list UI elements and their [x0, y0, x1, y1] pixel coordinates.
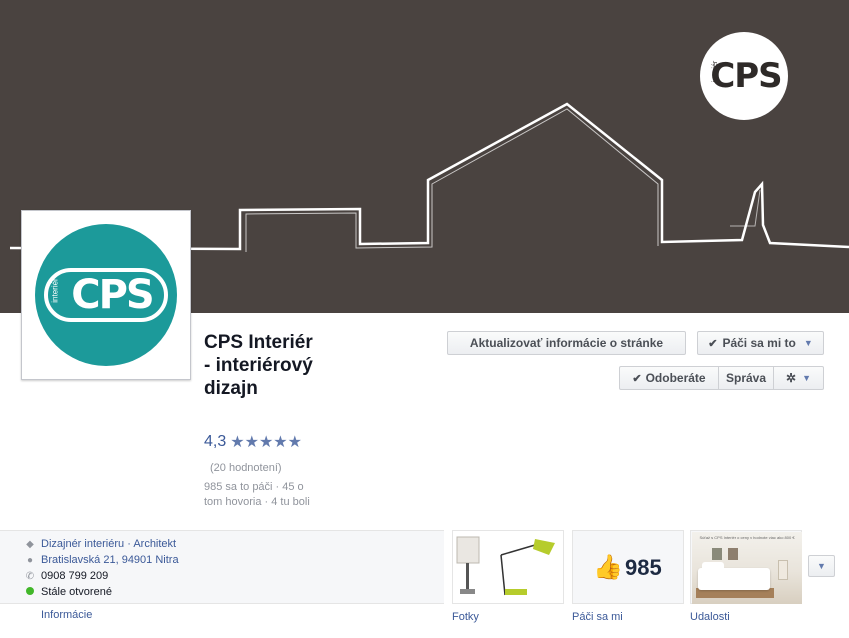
- update-page-info-button[interactable]: Aktualizovať informácie o stránke: [447, 331, 686, 355]
- chevron-down-icon: ▼: [803, 338, 813, 348]
- profile-logo-circle: interiér CPS: [35, 224, 177, 366]
- about-hours-text: Stále otvorené: [41, 586, 112, 598]
- like-button-label: Páči sa mi to: [722, 336, 796, 350]
- follow-button-label: Odoberáte: [645, 371, 706, 385]
- events-thumbnail-pillow: [702, 562, 724, 572]
- more-tiles-button[interactable]: ▼: [808, 555, 835, 577]
- about-box: ◆ Dizajnér interiéru · Architekt ● Brati…: [0, 530, 444, 604]
- likes-tile-count: 985: [625, 555, 662, 580]
- rating-count[interactable]: (20 hodnotení): [210, 462, 282, 474]
- location-pin-icon: ●: [26, 554, 34, 566]
- events-thumbnail: Súťaž s CPS Interiér o ceny v hodnote vi…: [692, 532, 802, 604]
- likes-tile-label[interactable]: Páči sa mi: [572, 611, 623, 623]
- gear-icon: ✲: [786, 371, 797, 385]
- photos-tile-label[interactable]: Fotky: [452, 611, 479, 623]
- about-address-text: Bratislavská 21, 94901 Nitra: [41, 554, 179, 566]
- about-category-text: Dizajnér interiéru · Architekt: [41, 538, 177, 550]
- thumbs-up-icon: 👍: [593, 554, 623, 581]
- tag-icon: ◆: [26, 538, 34, 550]
- chevron-down-icon: ▼: [802, 373, 811, 383]
- like-button[interactable]: ✔ Páči sa mi to ▼: [697, 331, 824, 355]
- phone-icon: ✆: [25, 570, 35, 582]
- rating-stars-icon: ★★★★★: [230, 434, 302, 451]
- about-hours: Stále otvorené: [25, 586, 112, 598]
- profile-logo-text: CPS: [71, 272, 154, 318]
- follow-button[interactable]: ✔ Odoberáte: [619, 366, 719, 390]
- rating-summary[interactable]: 4,3 ★★★★★: [204, 432, 302, 452]
- events-thumbnail-picture: [712, 548, 722, 560]
- likes-tile[interactable]: 👍 985: [572, 530, 684, 604]
- events-thumbnail-lamp: [778, 560, 788, 580]
- manage-button-label: Správa: [725, 371, 767, 385]
- profile-picture[interactable]: interiér CPS: [21, 210, 191, 380]
- photos-thumbnail: [456, 536, 555, 596]
- page-title[interactable]: CPS Interiér - interiérový dizajn: [204, 331, 314, 400]
- cover-logo: interiér CPS: [700, 32, 788, 120]
- check-icon: ✔: [632, 372, 642, 385]
- about-address[interactable]: ● Bratislavská 21, 94901 Nitra: [25, 554, 179, 566]
- settings-dropdown-button[interactable]: ✲ ▼: [774, 366, 824, 390]
- check-icon: ✔: [708, 337, 718, 350]
- open-status-dot: [26, 586, 34, 595]
- cover-logo-text: CPS: [710, 56, 782, 96]
- photos-tile[interactable]: [452, 530, 564, 604]
- events-thumbnail-header: Súťaž s CPS Interiér o ceny v hodnote vi…: [699, 535, 795, 540]
- about-phone: ✆ 0908 799 209: [25, 570, 109, 582]
- about-phone-text: 0908 799 209: [41, 570, 109, 582]
- follow-manage-group: ✔ Odoberáte Správa ✲ ▼: [619, 366, 824, 390]
- about-info-link[interactable]: Informácie: [41, 609, 92, 621]
- likes-talking-stats: 985 sa to páči · 45 o tom hovoria · 4 tu…: [204, 481, 310, 508]
- about-category[interactable]: ◆ Dizajnér interiéru · Architekt: [25, 538, 176, 550]
- chevron-down-icon: ▼: [817, 561, 826, 571]
- events-tile-label[interactable]: Udalosti: [690, 611, 730, 623]
- update-page-info-label: Aktualizovať informácie o stránke: [469, 336, 664, 350]
- events-thumbnail-picture: [728, 548, 738, 560]
- open-status-icon: [25, 586, 35, 598]
- events-tile[interactable]: Súťaž s CPS Interiér o ceny v hodnote vi…: [690, 530, 802, 604]
- rating-value: 4,3: [204, 433, 227, 450]
- manage-button[interactable]: Správa: [719, 366, 774, 390]
